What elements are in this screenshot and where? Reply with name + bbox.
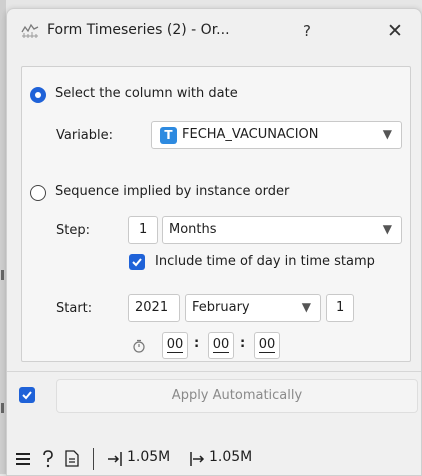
status-separator [93, 448, 94, 470]
input-icon [108, 452, 122, 466]
help-icon[interactable] [41, 450, 55, 468]
input-data-count: 1.05M [127, 449, 171, 465]
output-data-count: 1.05M [209, 449, 253, 465]
widget-icon [21, 23, 39, 38]
start-year-input[interactable]: 2021 [128, 294, 180, 322]
dialog-window: Form Timeseries (2) - Or... ? ✕ Select t… [6, 8, 422, 476]
variable-value: FECHA_VACUNACION [182, 127, 319, 142]
hour-input[interactable]: 00 [162, 332, 188, 359]
divider [7, 371, 421, 372]
start-day: 1 [336, 300, 345, 315]
checkmark-icon [22, 391, 32, 400]
step-unit-value: Months [169, 222, 217, 237]
start-month-dropdown[interactable]: February ▼ [185, 294, 321, 322]
hour-value: 00 [166, 337, 184, 353]
variable-label: Variable: [56, 128, 114, 143]
step-input[interactable]: 1 [128, 216, 158, 244]
help-button[interactable]: ? [295, 19, 319, 43]
background-mark [1, 403, 4, 413]
output-icon [190, 452, 205, 466]
window-title: Form Timeseries (2) - Or... [47, 22, 230, 38]
settings-panel: Select the column with date Variable: T … [21, 66, 411, 362]
close-icon: ✕ [387, 20, 403, 42]
sequence-label[interactable]: Sequence implied by instance order [55, 184, 289, 199]
include-time-label[interactable]: Include time of day in time stamp [155, 254, 375, 269]
minute-input[interactable]: 00 [208, 332, 234, 359]
checkmark-icon [132, 258, 142, 267]
chevron-down-icon: ▼ [382, 127, 392, 141]
close-button[interactable]: ✕ [383, 19, 407, 43]
apply-automatically-button[interactable]: Apply Automatically [56, 379, 418, 413]
time-separator: : [194, 336, 200, 351]
radio-select-date-column[interactable] [30, 87, 46, 103]
radio-sequence-order[interactable] [30, 185, 46, 201]
start-year: 2021 [135, 300, 169, 315]
start-month: February [192, 300, 250, 315]
step-value: 1 [139, 222, 148, 237]
report-icon[interactable] [65, 450, 79, 467]
minute-value: 00 [212, 337, 230, 353]
time-separator: : [240, 336, 246, 351]
title-bar[interactable]: Form Timeseries (2) - Or... ? ✕ [7, 9, 421, 53]
second-value: 00 [258, 337, 276, 353]
start-day-input[interactable]: 1 [326, 294, 354, 322]
variable-dropdown[interactable]: T FECHA_VACUNACION ▼ [151, 121, 402, 149]
chevron-down-icon: ▼ [382, 222, 392, 236]
step-unit-dropdown[interactable]: Months ▼ [162, 216, 402, 244]
background-mark [1, 270, 4, 280]
start-label: Start: [56, 301, 93, 316]
status-bar: 1.05M 1.05M [7, 441, 421, 475]
include-time-checkbox[interactable] [129, 254, 145, 270]
clock-icon [133, 339, 145, 353]
apply-automatically-checkbox[interactable] [19, 387, 35, 403]
second-input[interactable]: 00 [254, 332, 280, 359]
time-inputs: 00 : 00 : 00 [128, 332, 318, 359]
step-label: Step: [56, 223, 90, 238]
text-variable-icon: T [160, 127, 177, 144]
chevron-down-icon: ▼ [301, 300, 311, 314]
menu-icon[interactable] [15, 452, 31, 466]
date-column-label[interactable]: Select the column with date [55, 86, 238, 101]
